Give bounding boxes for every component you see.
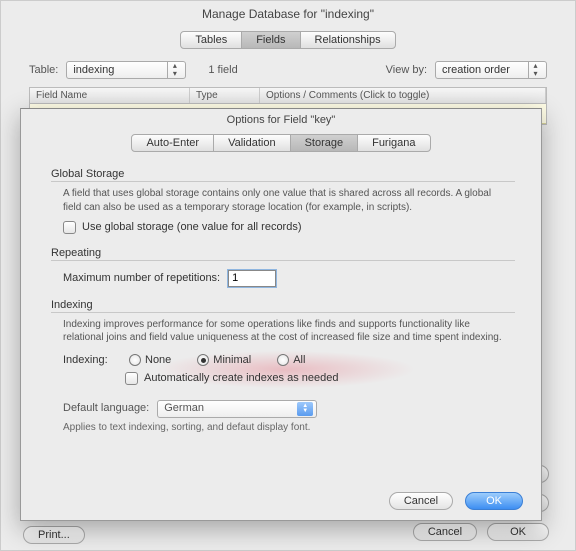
global-storage-checkbox[interactable]: [63, 221, 76, 234]
auto-index-label: Automatically create indexes as needed: [144, 371, 338, 386]
chevron-updown-icon: ▴▾: [167, 62, 181, 78]
repetitions-label: Maximum number of repetitions:: [63, 271, 220, 286]
th-field-name[interactable]: Field Name: [30, 88, 190, 103]
indexing-radio-none[interactable]: [129, 354, 141, 366]
indexing-all-label: All: [293, 353, 305, 368]
table-label: Table:: [29, 64, 58, 76]
window-title: Manage Database for "indexing": [1, 1, 575, 27]
field-count: 1 field: [208, 64, 237, 76]
tab-storage[interactable]: Storage: [291, 135, 359, 151]
tab-fields[interactable]: Fields: [242, 32, 300, 48]
default-language-label: Default language:: [63, 401, 149, 416]
viewby-value: creation order: [442, 64, 510, 76]
global-storage-heading: Global Storage: [51, 168, 515, 182]
viewby-label: View by:: [386, 64, 427, 76]
print-button[interactable]: Print...: [23, 526, 85, 544]
tab-validation[interactable]: Validation: [214, 135, 291, 151]
global-storage-check-label: Use global storage (one value for all re…: [82, 220, 302, 235]
chevron-updown-icon: ▲▼: [297, 402, 313, 416]
indexing-minimal-label: Minimal: [213, 353, 251, 368]
global-storage-desc: A field that uses global storage contain…: [63, 187, 511, 214]
indexing-none-label: None: [145, 353, 171, 368]
repeating-heading: Repeating: [51, 247, 515, 261]
indexing-radio-minimal[interactable]: [197, 354, 209, 366]
dialog-title: Options for Field "key": [21, 109, 541, 131]
viewby-select[interactable]: creation order ▴▾: [435, 61, 547, 79]
th-options[interactable]: Options / Comments (Click to toggle): [260, 88, 546, 103]
language-note: Applies to text indexing, sorting, and d…: [63, 421, 511, 435]
field-options-dialog: Options for Field "key" Auto-Enter Valid…: [20, 108, 542, 521]
dialog-tab-bar: Auto-Enter Validation Storage Furigana: [21, 131, 541, 162]
main-tab-bar: Tables Fields Relationships: [1, 27, 575, 57]
dialog-ok-button[interactable]: OK: [465, 492, 523, 510]
table-select[interactable]: indexing ▴▾: [66, 61, 186, 79]
indexing-heading: Indexing: [51, 299, 515, 313]
dialog-cancel-button[interactable]: Cancel: [389, 492, 453, 510]
th-type[interactable]: Type: [190, 88, 260, 103]
tab-relationships[interactable]: Relationships: [301, 32, 395, 48]
repetitions-input[interactable]: [228, 270, 276, 287]
bg-ok-button[interactable]: OK: [487, 523, 549, 541]
indexing-radio-all[interactable]: [277, 354, 289, 366]
default-language-select[interactable]: German ▲▼: [157, 400, 317, 418]
tab-furigana[interactable]: Furigana: [358, 135, 429, 151]
indexing-label: Indexing:: [63, 353, 125, 368]
auto-index-checkbox[interactable]: [125, 372, 138, 385]
default-language-value: German: [164, 401, 204, 416]
table-select-value: indexing: [73, 64, 114, 76]
bg-cancel-button[interactable]: Cancel: [413, 523, 477, 541]
chevron-updown-icon: ▴▾: [528, 62, 542, 78]
indexing-desc: Indexing improves performance for some o…: [63, 318, 511, 345]
tab-auto-enter[interactable]: Auto-Enter: [132, 135, 214, 151]
tab-tables[interactable]: Tables: [181, 32, 242, 48]
